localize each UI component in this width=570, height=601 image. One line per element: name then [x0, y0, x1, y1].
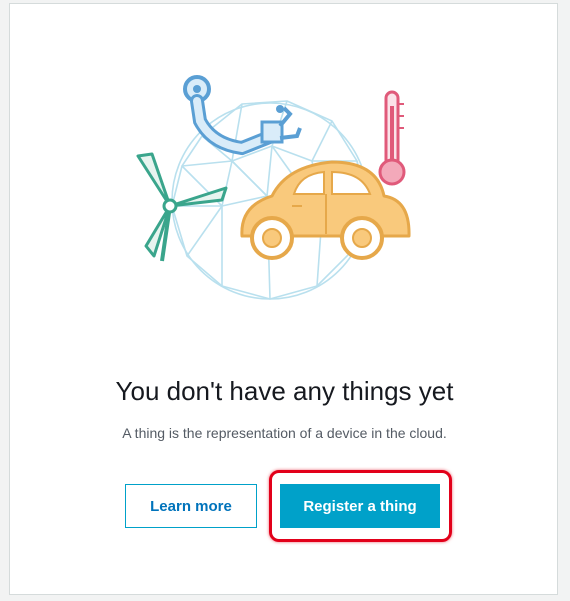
thermometer-icon: [378, 90, 406, 186]
empty-state-subtitle: A thing is the representation of a devic…: [122, 425, 447, 441]
iot-illustration: [136, 75, 411, 300]
empty-state-card: You don't have any things yet A thing is…: [9, 3, 558, 595]
learn-more-button[interactable]: Learn more: [125, 484, 257, 528]
empty-state-title: You don't have any things yet: [115, 376, 454, 406]
register-thing-button[interactable]: Register a thing: [280, 484, 440, 528]
